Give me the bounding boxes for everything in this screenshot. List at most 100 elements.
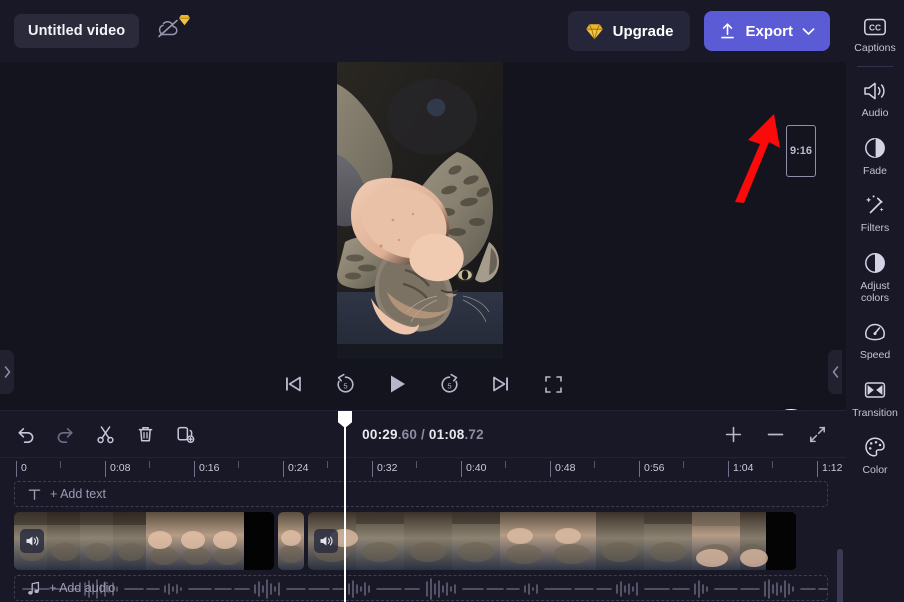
svg-text:CC: CC bbox=[869, 22, 881, 32]
scissors-icon bbox=[96, 425, 114, 443]
sidebar-item-label: Fade bbox=[863, 164, 887, 177]
top-bar: Untitled video Upgrade Export bbox=[0, 0, 846, 62]
skip-to-start-button[interactable] bbox=[278, 369, 308, 399]
closed-captions-icon: CC bbox=[864, 18, 886, 36]
clip-volume-button[interactable] bbox=[20, 529, 44, 553]
forward-5s-button[interactable]: 5 bbox=[434, 369, 464, 399]
timeline-ruler[interactable]: 0 0:08 0:16 0:24 0:32 0:40 0:48 0:56 1:0… bbox=[0, 457, 846, 479]
duplicate-button[interactable] bbox=[170, 419, 200, 449]
clipchamp-editor: Untitled video Upgrade Export 9:16 5 5 C… bbox=[0, 0, 904, 602]
palette-icon bbox=[865, 437, 885, 457]
collapse-arrows-icon bbox=[809, 426, 825, 442]
sidebar-item-label: Captions bbox=[854, 42, 896, 54]
svg-text:5: 5 bbox=[447, 381, 451, 390]
video-frame-content bbox=[337, 62, 503, 359]
video-clip-3[interactable] bbox=[308, 512, 796, 570]
sidebar-item-adjust-colors[interactable]: Adjust colors bbox=[846, 242, 904, 312]
current-time: 00:29 bbox=[362, 426, 398, 442]
rewind-5s-button[interactable]: 5 bbox=[330, 369, 360, 399]
sidebar-item-color[interactable]: Color bbox=[846, 426, 904, 483]
ruler-tick-minor bbox=[416, 461, 417, 468]
duplicate-icon bbox=[176, 426, 194, 443]
aspect-ratio-badge[interactable]: 9:16 bbox=[786, 125, 816, 177]
trash-icon bbox=[138, 426, 152, 441]
gem-icon bbox=[178, 13, 191, 31]
fullscreen-button[interactable] bbox=[538, 369, 568, 399]
video-preview[interactable] bbox=[337, 62, 503, 359]
add-audio-label: + Add audio bbox=[49, 581, 116, 595]
timecode-separator: / bbox=[417, 426, 429, 442]
text-t-icon bbox=[28, 489, 41, 500]
sidebar-item-label: Audio bbox=[861, 107, 889, 120]
clip-thumbnails bbox=[278, 512, 304, 570]
redo-button[interactable] bbox=[50, 419, 80, 449]
ruler-tick-minor bbox=[772, 461, 773, 468]
add-text-track[interactable]: + Add text bbox=[14, 481, 828, 507]
ruler-tick-minor bbox=[594, 461, 595, 468]
svg-text:5: 5 bbox=[343, 381, 347, 390]
sidebar-item-audio[interactable]: Audio bbox=[846, 71, 904, 126]
speaker-icon bbox=[320, 536, 332, 546]
total-time: 01:08 bbox=[428, 426, 465, 442]
video-clip-2[interactable] bbox=[278, 512, 304, 570]
ruler-tick-minor bbox=[327, 461, 328, 468]
add-audio-track[interactable]: + Add audio bbox=[14, 575, 828, 601]
play-button[interactable] bbox=[382, 369, 412, 399]
ruler-tick-minor bbox=[505, 461, 506, 468]
play-icon bbox=[391, 375, 405, 393]
forward-5-icon: 5 bbox=[440, 373, 458, 393]
gem-icon bbox=[585, 23, 603, 39]
delete-button[interactable] bbox=[130, 419, 160, 449]
speedometer-icon bbox=[865, 324, 885, 341]
clip-volume-button[interactable] bbox=[314, 529, 338, 553]
timeline-panel: 00:29.60 / 01:08.72 0 0:08 0:16 0:24 0:3… bbox=[0, 410, 846, 602]
sidebar-item-filters[interactable]: Filters bbox=[846, 184, 904, 241]
contrast-circle-icon bbox=[865, 252, 885, 273]
timeline-scrollbar[interactable] bbox=[837, 549, 843, 602]
chevron-down-icon bbox=[802, 27, 815, 35]
video-clip-1[interactable] bbox=[14, 512, 274, 570]
audio-waveform bbox=[22, 578, 827, 600]
timeline-tools-right bbox=[718, 419, 846, 449]
project-title-field[interactable]: Untitled video bbox=[14, 14, 140, 48]
zoom-out-button[interactable] bbox=[760, 419, 790, 449]
sidebar-item-transition[interactable]: Transition bbox=[846, 369, 904, 426]
add-text-label: + Add text bbox=[50, 487, 106, 501]
expand-right-panel-button[interactable] bbox=[828, 350, 842, 394]
aspect-ratio-label: 9:16 bbox=[789, 145, 813, 157]
expand-left-panel-button[interactable] bbox=[0, 350, 14, 394]
fade-circle-icon bbox=[865, 137, 885, 158]
upgrade-label: Upgrade bbox=[612, 22, 674, 40]
undo-icon bbox=[17, 427, 33, 443]
upgrade-button[interactable]: Upgrade bbox=[567, 11, 691, 51]
undo-button[interactable] bbox=[10, 419, 40, 449]
cloud-sync-off-indicator[interactable] bbox=[155, 13, 191, 46]
sidebar-item-label: Adjust colors bbox=[860, 279, 890, 304]
fullscreen-icon bbox=[544, 375, 562, 393]
ruler-tick: 1:04 bbox=[728, 461, 753, 477]
split-button[interactable] bbox=[90, 419, 120, 449]
skip-to-end-button[interactable] bbox=[486, 369, 516, 399]
minus-icon bbox=[767, 433, 783, 435]
redo-icon bbox=[57, 427, 73, 443]
sidebar-item-captions[interactable]: CC Captions bbox=[846, 8, 904, 61]
sidebar-item-label: Transition bbox=[852, 406, 898, 419]
current-time-frac: .60 bbox=[397, 426, 418, 442]
zoom-in-button[interactable] bbox=[718, 419, 748, 449]
magic-wand-icon bbox=[865, 195, 884, 214]
ruler-tick: 0:08 bbox=[105, 461, 130, 477]
sidebar-item-fade[interactable]: Fade bbox=[846, 127, 904, 184]
ruler-tick-minor bbox=[60, 461, 61, 468]
ruler-tick: 0:16 bbox=[194, 461, 219, 477]
ruler-tick-minor bbox=[683, 461, 684, 468]
fit-timeline-button[interactable] bbox=[802, 419, 832, 449]
sidebar-item-speed[interactable]: Speed bbox=[846, 311, 904, 368]
ruler-tick-minor bbox=[149, 461, 150, 468]
transport-controls: 5 5 bbox=[0, 369, 846, 399]
export-button[interactable]: Export bbox=[704, 11, 830, 51]
clip-thumbnails bbox=[14, 512, 274, 570]
export-label: Export bbox=[745, 22, 793, 40]
chevron-left-icon bbox=[832, 366, 838, 378]
ruler-tick: 1:12 bbox=[817, 461, 842, 477]
timeline-toolbar: 00:29.60 / 01:08.72 bbox=[0, 411, 846, 457]
